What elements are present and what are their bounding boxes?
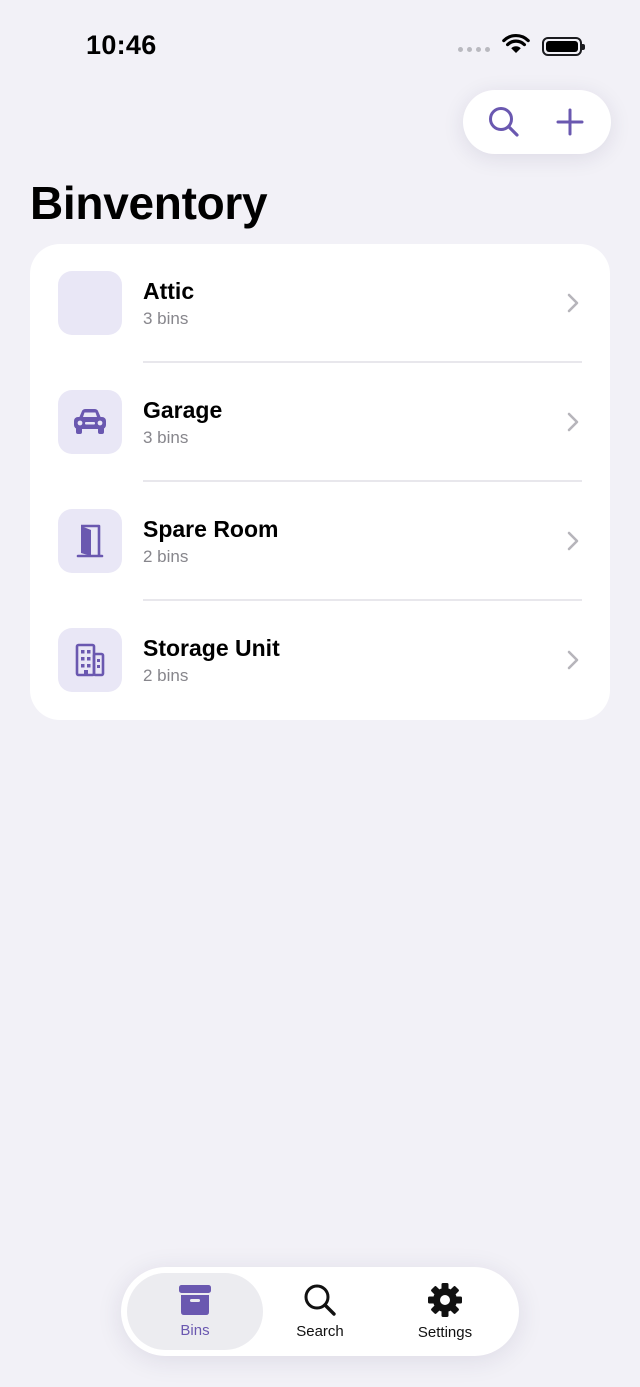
list-item-garage[interactable]: Garage 3 bins (30, 363, 610, 482)
location-icon-badge (58, 509, 122, 573)
app-screen: 10:46 Binventory Attic 3 bins Garage 3 b… (0, 0, 640, 1387)
add-button[interactable] (544, 96, 596, 148)
location-bin-count: 3 bins (143, 428, 189, 447)
list-item-text: Spare Room 2 bins (143, 515, 278, 568)
location-name: Attic (143, 278, 195, 304)
battery-icon (542, 36, 585, 56)
door-icon (76, 524, 104, 558)
plus-icon (556, 108, 584, 136)
locations-list: Attic 3 bins Garage 3 bins Spare Room 2 … (30, 244, 610, 720)
tab-search[interactable]: Search (261, 1273, 379, 1350)
list-item-text: Attic 3 bins (143, 277, 194, 330)
cellular-signal-icon (458, 46, 490, 52)
location-name: Garage (143, 397, 223, 423)
list-item-attic[interactable]: Attic 3 bins (30, 244, 610, 363)
list-item-spare-room[interactable]: Spare Room 2 bins (30, 482, 610, 601)
search-icon (489, 107, 519, 137)
tab-label: Bins (180, 1322, 210, 1339)
search-button[interactable] (478, 96, 530, 148)
tab-bins[interactable]: Bins (127, 1273, 263, 1350)
chevron-right-icon (567, 650, 579, 670)
list-item-text: Garage 3 bins (143, 396, 222, 449)
location-bin-count: 2 bins (143, 547, 189, 566)
location-icon-placeholder (58, 271, 122, 335)
magnifying-glass-icon (304, 1284, 336, 1316)
chevron-right-icon (567, 412, 579, 432)
location-icon-badge (58, 390, 122, 454)
status-time: 10:46 (86, 30, 157, 60)
location-icon-badge (58, 628, 122, 692)
location-bin-count: 3 bins (143, 309, 189, 328)
gear-icon (428, 1283, 462, 1317)
list-item-text: Storage Unit 2 bins (143, 634, 280, 687)
wifi-icon (502, 33, 530, 59)
page-title: Binventory (30, 177, 268, 229)
top-toolbar (463, 90, 611, 154)
status-indicators (458, 33, 585, 59)
list-item-storage-unit[interactable]: Storage Unit 2 bins (30, 601, 610, 720)
location-name: Storage Unit (143, 635, 280, 661)
tab-label: Settings (417, 1324, 473, 1341)
location-bin-count: 2 bins (143, 666, 189, 685)
tab-bar: Bins Search Settings (121, 1267, 519, 1356)
archive-box-icon (179, 1285, 211, 1315)
car-icon (74, 409, 106, 434)
tab-label: Search (296, 1323, 344, 1340)
chevron-right-icon (567, 293, 579, 313)
building-icon (75, 643, 105, 677)
tab-settings[interactable]: Settings (383, 1273, 507, 1350)
location-name: Spare Room (143, 516, 279, 542)
chevron-right-icon (567, 531, 579, 551)
